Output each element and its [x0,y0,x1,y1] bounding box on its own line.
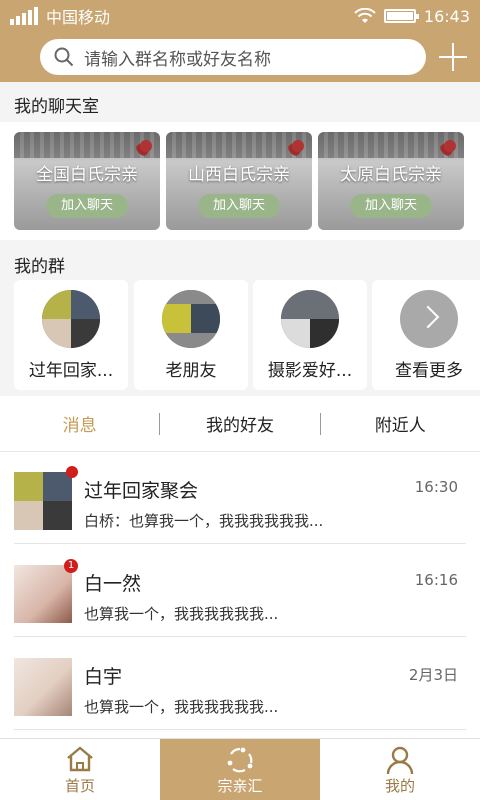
clock: 16:43 [423,6,470,26]
chat-room-name: 太原白氏宗亲 [340,165,442,185]
join-chat-button[interactable]: 加入聊天 [46,194,128,218]
tab-friends[interactable]: 我的好友 [160,411,319,436]
nav-home-label: 首页 [64,777,95,795]
chat-room-card[interactable]: 全国白氏宗亲 加入聊天 [14,132,160,230]
status-bar: 中国移动 16:43 [0,0,480,32]
chat-rooms-list: 全国白氏宗亲 加入聊天 山西白氏宗亲 加入聊天 太原白氏宗亲 加入聊天 [0,122,480,240]
avatar [14,658,72,716]
groups-list: 过年回家... 老朋友 摄影爱好... 查看更多 [0,280,480,392]
person-icon [386,746,414,775]
message-time: 2月3日 [408,666,458,684]
clan-circle-icon [227,747,253,773]
search-icon [54,47,74,67]
group-avatar [14,472,72,530]
plum-blossom-icon [440,136,460,156]
chevron-right-icon [400,290,458,348]
home-icon [67,746,93,772]
plum-blossom-icon [136,136,156,156]
message-name: 白宇 [84,666,123,688]
group-name: 过年回家... [28,361,114,381]
group-avatar [281,290,339,348]
app-header: 中国移动 16:43 请输入群名称或好友名称 [0,0,480,82]
group-name: 摄影爱好... [267,361,353,381]
nav-mine[interactable]: 我的 [320,739,480,800]
chat-rooms-title: 我的聊天室 [14,97,99,117]
message-time: 16:16 [414,571,458,589]
plum-blossom-icon [288,136,308,156]
groups-title: 我的群 [14,257,65,277]
add-icon[interactable] [436,40,470,74]
wifi-icon [354,8,376,23]
message-preview: 白桥：也算我一个，我我我我我我... [84,512,324,530]
message-name: 白一然 [84,573,142,595]
group-card[interactable]: 过年回家... [14,280,128,390]
chat-room-name: 山西白氏宗亲 [188,165,290,185]
nav-clan[interactable]: 宗亲汇 [160,739,320,800]
message-name: 过年回家聚会 [84,480,199,502]
chat-room-card[interactable]: 太原白氏宗亲 加入聊天 [318,132,464,230]
tab-messages[interactable]: 消息 [0,411,159,436]
group-avatar [162,290,220,348]
message-preview: 也算我一个，我我我我我我... [84,605,279,623]
message-list: 过年回家聚会 16:30 白桥：也算我一个，我我我我我我... 1 白一然 16… [0,452,480,740]
search-bar[interactable]: 请输入群名称或好友名称 [40,39,426,75]
bottom-nav: 首页 宗亲汇 我的 [0,738,480,800]
group-name: 老朋友 [165,361,217,381]
carrier-name: 中国移动 [46,8,111,27]
join-chat-button[interactable]: 加入聊天 [198,194,280,218]
group-card[interactable]: 摄影爱好... [253,280,367,390]
group-card[interactable]: 老朋友 [134,280,248,390]
search-placeholder: 请输入群名称或好友名称 [84,49,271,70]
message-preview: 也算我一个，我我我我我我... [84,698,279,716]
nav-mine-label: 我的 [384,777,415,795]
nav-clan-label: 宗亲汇 [217,777,263,795]
join-chat-button[interactable]: 加入聊天 [350,194,432,218]
message-time: 16:30 [414,478,458,496]
unread-badge: 1 [64,559,78,573]
tab-nearby[interactable]: 附近人 [321,411,480,436]
nav-home[interactable]: 首页 [0,739,160,800]
more-groups-card[interactable]: 查看更多 [372,280,480,390]
more-groups-label: 查看更多 [395,361,463,381]
message-tabs: 消息 我的好友 附近人 [0,396,480,452]
avatar [14,565,72,623]
list-item[interactable]: 白宇 2月3日 也算我一个，我我我我我我... [0,638,480,730]
group-avatar [42,290,100,348]
battery-icon [383,9,419,23]
chat-room-card[interactable]: 山西白氏宗亲 加入聊天 [166,132,312,230]
unread-dot [66,466,78,478]
list-item[interactable]: 过年回家聚会 16:30 白桥：也算我一个，我我我我我我... [0,452,480,544]
list-item[interactable]: 1 白一然 16:16 也算我一个，我我我我我我... [0,545,480,637]
signal-icon [10,7,38,25]
chat-room-name: 全国白氏宗亲 [36,165,138,185]
